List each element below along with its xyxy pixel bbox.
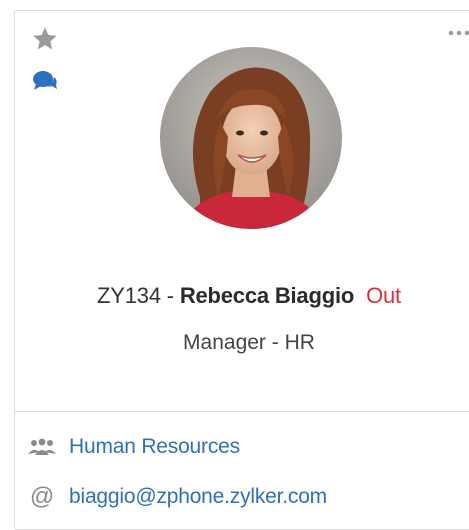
more-options-icon[interactable] [445,25,469,41]
avatar [160,47,342,229]
star-icon[interactable] [31,25,59,53]
chat-icon[interactable] [31,69,59,93]
department-row: Human Resources [27,431,240,463]
designation: Manager - HR [183,331,315,354]
employee-heading: ZY134 - Rebecca Biaggio Out [15,283,469,309]
id-separator: - [160,283,180,308]
status-badge: Out [366,283,401,308]
employee-card: ZY134 - Rebecca Biaggio Out Manager - HR … [14,10,469,530]
divider [15,411,469,412]
employee-name: Rebecca Biaggio [179,283,355,308]
at-icon: @ [29,483,55,510]
email-link[interactable]: biaggio@zphone.zylker.com [69,485,327,509]
department-link[interactable]: Human Resources [69,435,240,459]
people-icon [27,434,57,460]
employee-id: ZY134 [97,283,161,308]
profile-photo [160,47,342,229]
email-row: @ biaggio@zphone.zylker.com [27,481,327,513]
